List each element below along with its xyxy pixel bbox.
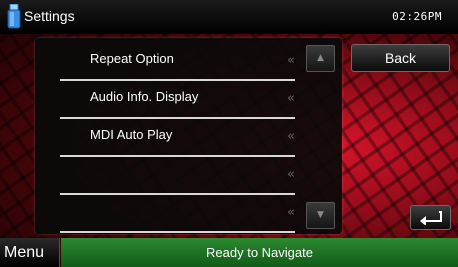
scroll-up-button[interactable]: ▲ — [306, 45, 335, 72]
list-item-audio-info-display[interactable]: Audio Info. Display « — [60, 79, 295, 119]
chevron-left-icon: « — [287, 91, 295, 106]
list-item-label: Audio Info. Display — [90, 89, 199, 104]
settings-list-panel: Repeat Option « Audio Info. Display « MD… — [35, 38, 342, 234]
list-item-empty-1[interactable]: « — [60, 155, 295, 195]
list-item-empty-2[interactable]: « — [60, 193, 295, 233]
list-item-repeat-option[interactable]: Repeat Option « — [60, 41, 295, 81]
menu-button[interactable]: Menu — [0, 238, 60, 267]
list-item-label: MDI Auto Play — [90, 127, 173, 142]
clock: 02:26PM — [392, 10, 442, 23]
scroll-down-button[interactable]: ▼ — [306, 202, 335, 229]
chevron-left-icon: « — [287, 205, 295, 220]
usb-device-icon — [7, 4, 21, 29]
chevron-left-icon: « — [287, 129, 295, 144]
return-arrow-icon — [420, 211, 442, 225]
back-button[interactable]: Back — [351, 44, 450, 72]
list-item-mdi-auto-play[interactable]: MDI Auto Play « — [60, 117, 295, 157]
chevron-left-icon: « — [287, 53, 295, 68]
list-item-label: Repeat Option — [90, 51, 174, 66]
chevron-left-icon: « — [287, 167, 295, 182]
return-button[interactable] — [410, 205, 451, 230]
title-bar: Settings 02:26PM — [0, 0, 458, 34]
status-bar: Ready to Navigate — [61, 238, 458, 267]
page-title: Settings — [24, 8, 75, 24]
